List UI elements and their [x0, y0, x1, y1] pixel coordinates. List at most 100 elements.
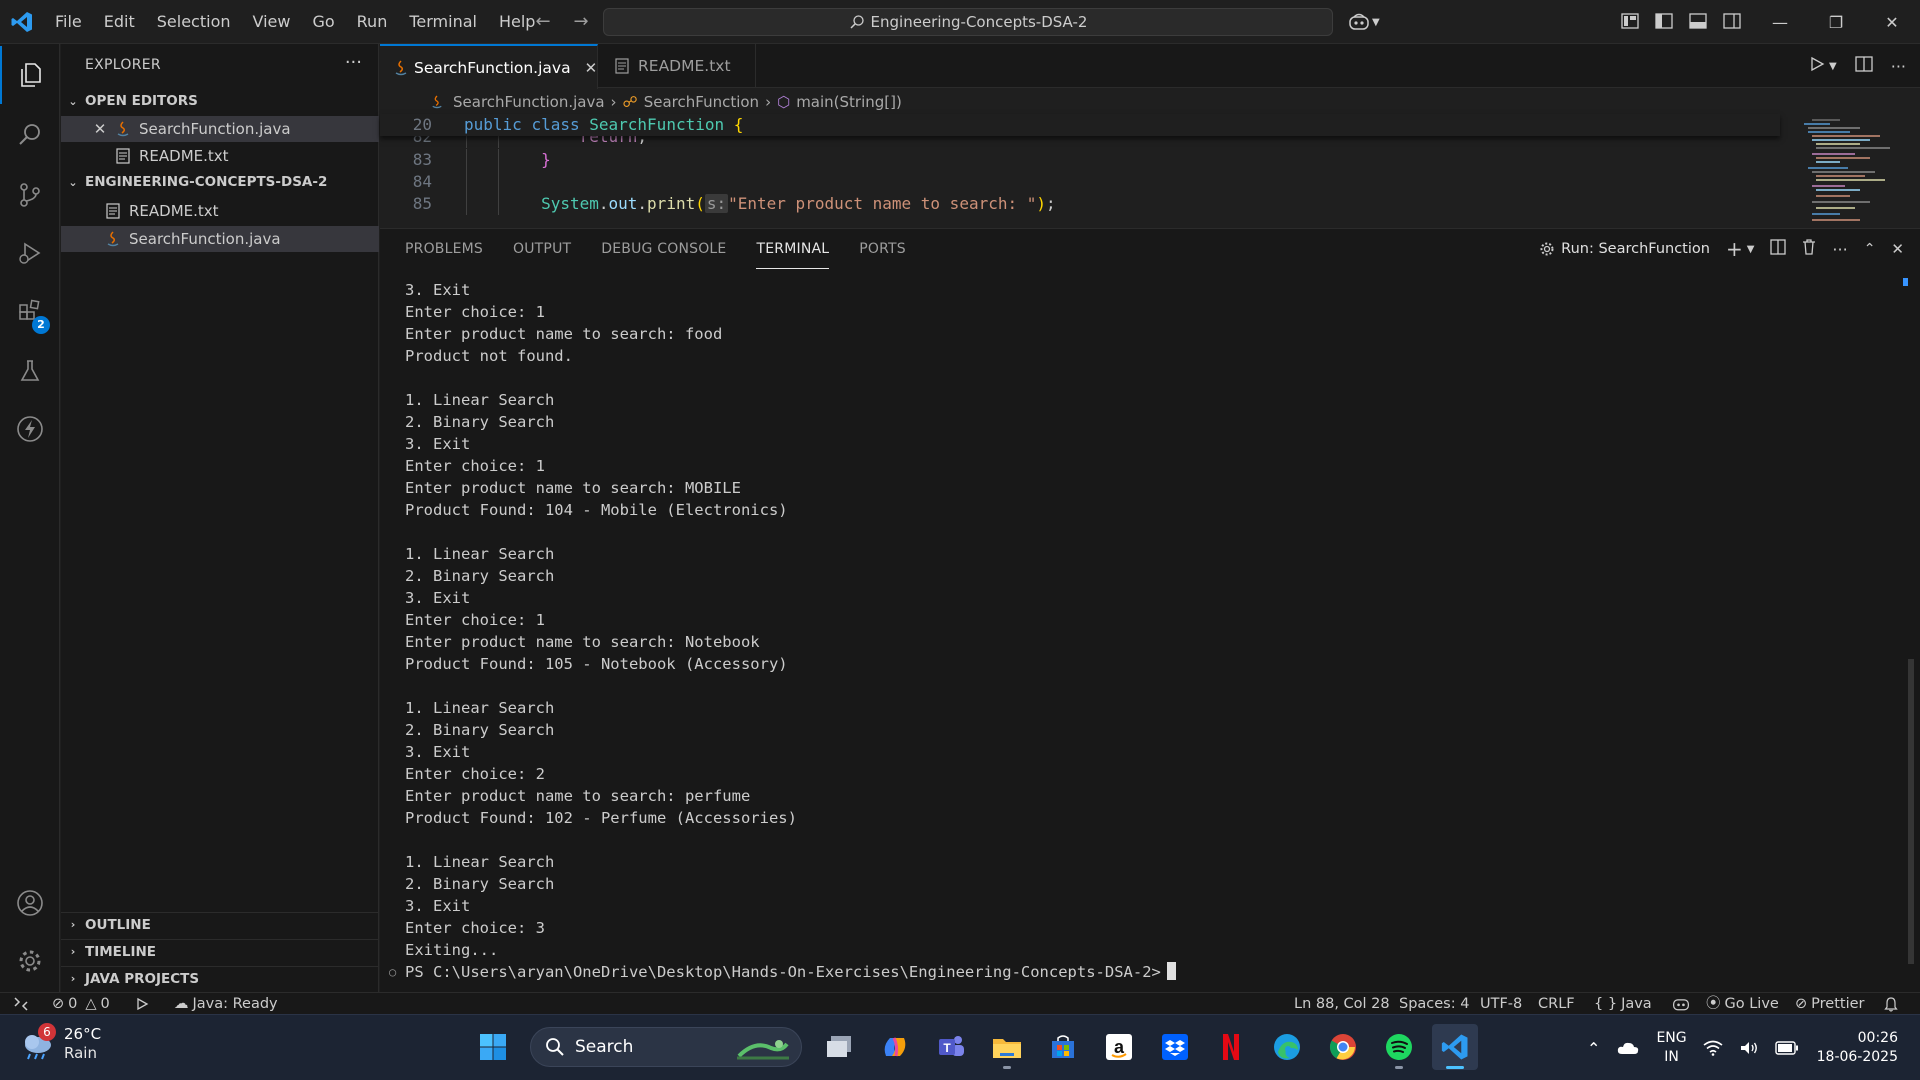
wifi-icon[interactable] [1695, 1040, 1731, 1056]
menu-edit[interactable]: Edit [93, 0, 146, 44]
more-actions-icon[interactable]: ··· [1832, 240, 1847, 259]
menu-go[interactable]: Go [301, 0, 345, 44]
netflix-icon[interactable] [1208, 1024, 1254, 1070]
chevron-down-icon[interactable]: ▼ [1829, 61, 1837, 72]
indentation[interactable]: Spaces: 4 [1399, 993, 1469, 1015]
explorer-icon[interactable] [0, 46, 60, 104]
project-folder-header[interactable]: ⌄ ENGINEERING-CONCEPTS-DSA-2 [61, 170, 379, 194]
weather-widget[interactable]: 6 26°C Rain [20, 1023, 101, 1063]
notifications-bell-icon[interactable] [1884, 993, 1898, 1015]
thunder-client-icon[interactable] [0, 400, 60, 458]
battery-icon[interactable] [1767, 1041, 1807, 1055]
code-editor[interactable]: 20 public class SearchFunction {82 return… [380, 114, 1780, 228]
chevron-down-icon[interactable]: ▼ [1747, 244, 1755, 255]
back-arrow-icon[interactable]: ← [530, 8, 556, 36]
close-panel-icon[interactable]: ✕ [1891, 240, 1904, 258]
toggle-primary-sidebar-icon[interactable] [1652, 9, 1676, 33]
encoding[interactable]: UTF-8 [1480, 993, 1522, 1015]
trash-icon[interactable] [1802, 239, 1816, 259]
maximize-panel-icon[interactable]: ⌃ [1864, 241, 1876, 257]
file-tree-item[interactable]: README.txt [61, 198, 379, 224]
go-live-button[interactable]: ⦿ Go Live [1706, 993, 1779, 1015]
terminal-output[interactable]: 3. Exit Enter choice: 1 Enter product name… [389, 279, 1885, 989]
tab-searchfunction-java[interactable]: SearchFunction.java ✕ [380, 44, 598, 89]
taskbar-search[interactable]: Search [530, 1027, 802, 1067]
volume-icon[interactable] [1731, 1040, 1767, 1056]
code-line[interactable]: 84 [380, 171, 1780, 193]
java-status[interactable]: ☁ Java: Ready [174, 993, 278, 1015]
command-center[interactable]: Engineering-Concepts-DSA-2 [603, 8, 1333, 36]
forward-arrow-icon[interactable]: → [568, 8, 594, 36]
timeline-header[interactable]: › TIMELINE [61, 939, 379, 963]
code-line[interactable]: 85 System.out.print(s: "Enter product nam… [380, 193, 1780, 215]
windows-start-icon[interactable] [470, 1024, 516, 1070]
vscode-taskbar-icon[interactable] [1432, 1024, 1478, 1070]
task-view-icon[interactable] [816, 1024, 862, 1070]
tab-debug-console[interactable]: DEBUG CONSOLE [601, 229, 726, 269]
language-mode[interactable]: { } Java [1594, 993, 1652, 1015]
minimap[interactable] [1800, 114, 1910, 228]
source-control-icon[interactable] [0, 166, 60, 224]
menu-selection[interactable]: Selection [146, 0, 242, 44]
menu-run[interactable]: Run [346, 0, 399, 44]
tab-problems[interactable]: PROBLEMS [405, 229, 483, 269]
dropbox-icon[interactable] [1152, 1024, 1198, 1070]
copilot-app-icon[interactable] [872, 1024, 918, 1070]
more-actions-icon[interactable]: ··· [1891, 57, 1906, 76]
open-editor-item[interactable]: README.txt [61, 143, 379, 169]
spotify-icon[interactable] [1376, 1024, 1422, 1070]
copilot-button[interactable]: ▼ [1348, 8, 1392, 36]
breadcrumb-method[interactable]: main(String[]) [796, 93, 902, 111]
teams-icon[interactable]: T [928, 1024, 974, 1070]
customize-layout-icon[interactable] [1618, 9, 1642, 33]
terminal-prompt-line[interactable]: ○ PS C:\Users\aryan\OneDrive\Desktop\Hand… [389, 961, 1885, 983]
toggle-panel-icon[interactable] [1686, 9, 1710, 33]
run-debug-icon[interactable] [0, 224, 60, 282]
onedrive-icon[interactable] [1608, 1040, 1648, 1056]
split-editor-icon[interactable] [1855, 56, 1873, 76]
debug-icon[interactable] [134, 993, 150, 1015]
terminal-instance[interactable]: Run: SearchFunction [1539, 241, 1710, 257]
menu-terminal[interactable]: Terminal [398, 0, 488, 44]
tab-terminal[interactable]: TERMINAL [756, 229, 830, 269]
clock[interactable]: 00:26 18-06-2025 [1807, 1029, 1920, 1067]
minimize-icon[interactable]: — [1752, 0, 1808, 44]
close-editor-icon[interactable]: ✕ [90, 120, 110, 138]
new-terminal-icon[interactable]: + [1726, 237, 1743, 261]
settings-gear-icon[interactable] [0, 932, 60, 990]
split-terminal-icon[interactable] [1770, 239, 1787, 259]
java-projects-header[interactable]: › JAVA PROJECTS [61, 966, 379, 990]
code-line[interactable]: 20 public class SearchFunction { [380, 114, 1780, 136]
open-editor-item[interactable]: ✕ SearchFunction.java [61, 116, 379, 142]
tab-output[interactable]: OUTPUT [513, 229, 571, 269]
microsoft-store-icon[interactable] [1040, 1024, 1086, 1070]
file-tree-item[interactable]: SearchFunction.java [61, 226, 379, 252]
restore-icon[interactable]: ❐ [1808, 0, 1864, 44]
show-hidden-icons-icon[interactable]: ⌃ [1579, 1039, 1608, 1058]
close-tab-icon[interactable]: ✕ [585, 59, 598, 77]
language-indicator[interactable]: ENG IN [1648, 1029, 1694, 1067]
breadcrumb-file[interactable]: SearchFunction.java [453, 93, 605, 111]
remote-indicator-icon[interactable] [0, 993, 42, 1015]
file-explorer-icon[interactable] [984, 1024, 1030, 1070]
prettier-status[interactable]: ⊘ Prettier [1795, 993, 1865, 1015]
chrome-browser-icon[interactable] [1320, 1024, 1366, 1070]
accounts-icon[interactable] [0, 874, 60, 932]
menu-file[interactable]: File [44, 0, 93, 44]
edge-browser-icon[interactable] [1264, 1024, 1310, 1070]
copilot-status-icon[interactable] [1672, 993, 1690, 1015]
toggle-secondary-sidebar-icon[interactable] [1720, 9, 1744, 33]
open-editors-header[interactable]: ⌄ OPEN EDITORS [61, 89, 379, 113]
terminal-scrollbar[interactable] [1908, 659, 1914, 964]
problems-status[interactable]: ⊘ 0 △ 0 [52, 993, 110, 1015]
cursor-position[interactable]: Ln 88, Col 28 [1294, 993, 1390, 1015]
menu-view[interactable]: View [242, 0, 302, 44]
breadcrumb-class[interactable]: SearchFunction [644, 93, 759, 111]
command-decoration-icon[interactable]: ○ [389, 961, 399, 983]
amazon-icon[interactable]: a [1096, 1024, 1142, 1070]
testing-icon[interactable] [0, 342, 60, 400]
extensions-icon[interactable]: 2 [0, 282, 60, 340]
search-sidebar-icon[interactable] [0, 106, 60, 164]
more-actions-icon[interactable]: ··· [345, 52, 362, 73]
tab-readme-txt[interactable]: README.txt [598, 44, 756, 88]
